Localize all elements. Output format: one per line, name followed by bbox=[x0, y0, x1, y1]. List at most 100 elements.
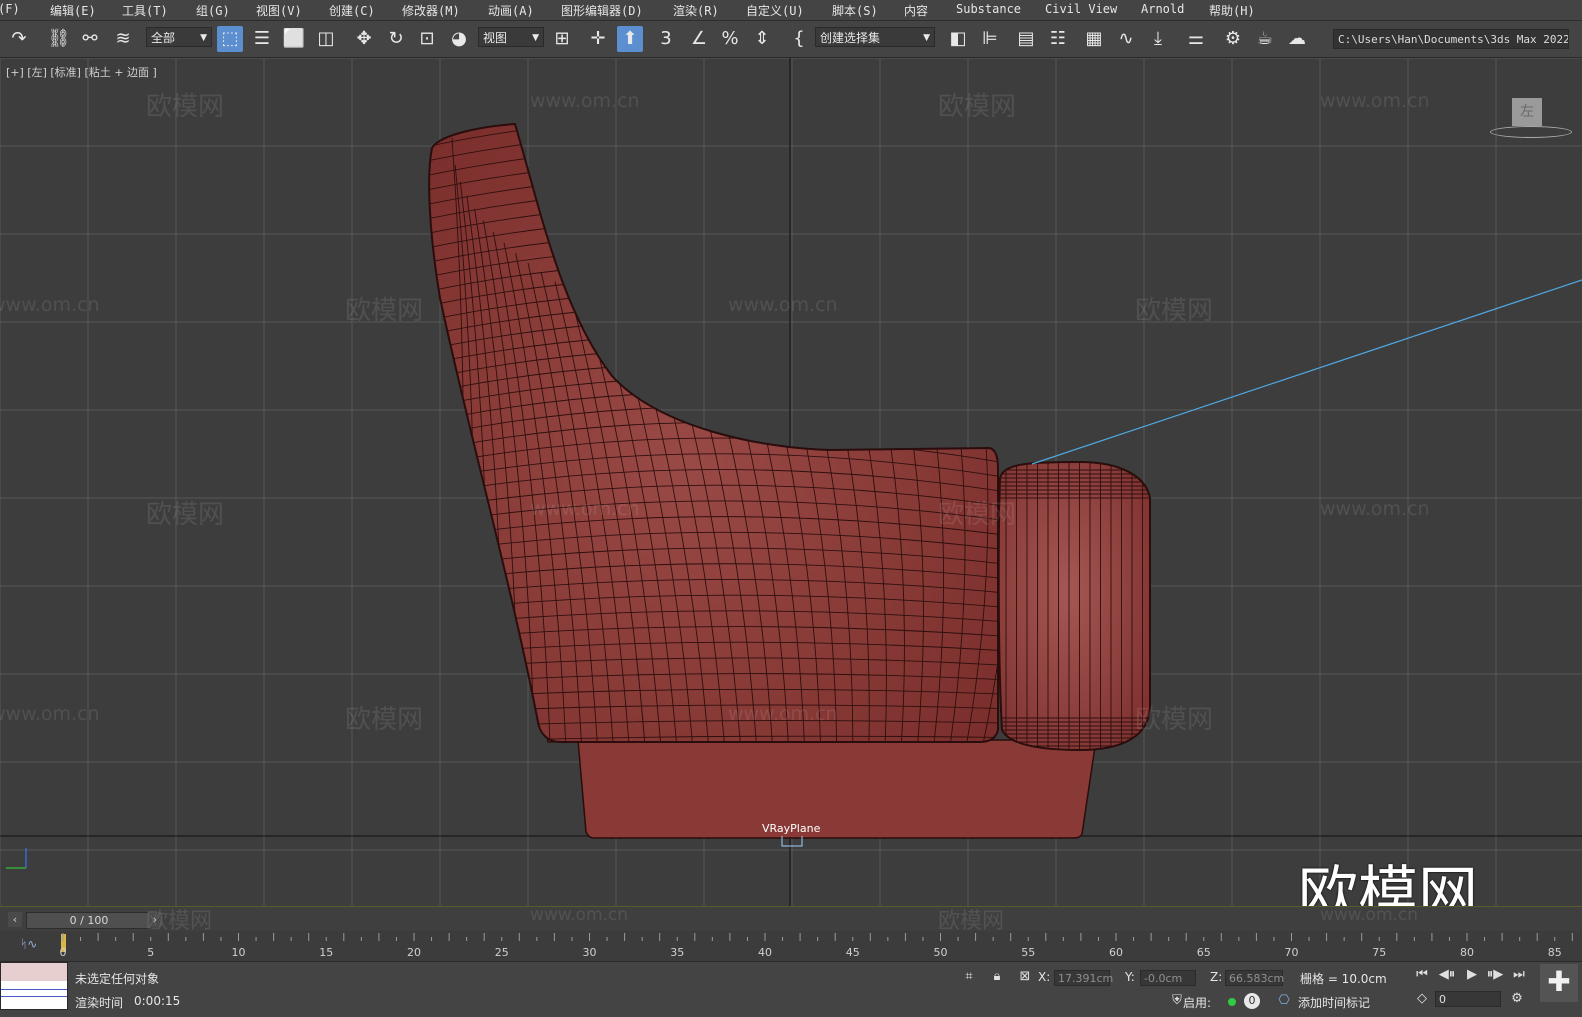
menu-graph-editors[interactable]: 图形编辑器(D) bbox=[561, 2, 643, 19]
rotate-icon[interactable]: ↻ bbox=[383, 26, 409, 52]
menu-animation[interactable]: 动画(A) bbox=[488, 2, 534, 19]
menu-substance[interactable]: Substance bbox=[956, 2, 1021, 16]
watermark: 欧模网 bbox=[938, 92, 1017, 122]
menu-tools[interactable]: 工具(T) bbox=[122, 2, 168, 19]
menu-modifiers[interactable]: 修改器(M) bbox=[402, 2, 460, 19]
rect-region-icon[interactable]: ⬜ bbox=[281, 26, 307, 52]
bind-space-warp-icon[interactable]: ≋ bbox=[110, 26, 136, 52]
link-icon[interactable]: ⛓ bbox=[46, 26, 72, 52]
track-bar[interactable]: ᛋ∿ 0 5 10 15 20 25 30 35 40 45 50 55 60 65 70 75 80 85 bbox=[0, 931, 1582, 962]
add-time-tag[interactable]: 添加时间标记 bbox=[1298, 994, 1370, 1011]
track-ruler[interactable]: 0 5 10 15 20 25 30 35 40 45 50 55 60 65 70 75 80 85 bbox=[0, 931, 1582, 961]
select-place-icon[interactable]: ◕ bbox=[446, 26, 472, 52]
prev-frame-arrow-icon[interactable]: ‹ bbox=[8, 912, 22, 927]
sofa-base[interactable] bbox=[577, 739, 1097, 839]
isolate-icon[interactable]: ⌗ bbox=[960, 968, 978, 986]
track-tick-label: 65 bbox=[1197, 946, 1211, 959]
menu-view[interactable]: 视图(V) bbox=[256, 2, 302, 19]
track-tick-label: 10 bbox=[232, 946, 246, 959]
menu-civil-view[interactable]: Civil View bbox=[1045, 2, 1117, 16]
reference-coordinate-dropdown[interactable]: 视图 ▼ bbox=[478, 27, 544, 47]
maxscript-mini-listener[interactable] bbox=[0, 962, 68, 1010]
menu-arnold[interactable]: Arnold bbox=[1141, 2, 1184, 16]
snap-label: 3 bbox=[660, 28, 672, 49]
previous-frame-icon[interactable]: ◀⏸ bbox=[1438, 966, 1456, 984]
manipulate-icon[interactable]: ✛ bbox=[585, 26, 611, 52]
window-crossing-icon[interactable]: ◫ bbox=[313, 26, 339, 52]
shield-icon[interactable]: ⛨ bbox=[1168, 992, 1186, 1010]
track-tick-label: 55 bbox=[1021, 946, 1035, 959]
menu-customize[interactable]: 自定义(U) bbox=[746, 2, 804, 19]
selection-filter-dropdown[interactable]: 全部 ▼ bbox=[146, 27, 212, 47]
menu-group[interactable]: 组(G) bbox=[196, 2, 230, 19]
watermark: www.om.cn bbox=[0, 294, 100, 316]
viewport-left[interactable]: [+] [左] [标准] [粘土 + 边面 ] 左 欧模网 www.om.cn … bbox=[0, 58, 1582, 906]
menu-edit[interactable]: 编辑(E) bbox=[50, 2, 96, 19]
y-coordinate-field[interactable]: -0.0cm bbox=[1140, 970, 1196, 986]
current-frame-field[interactable]: 0 bbox=[1435, 991, 1501, 1007]
render-icon[interactable]: ☕ bbox=[1252, 26, 1278, 52]
material-editor-icon[interactable]: ⤓ bbox=[1145, 26, 1171, 52]
unlink-icon[interactable]: ⚯ bbox=[77, 26, 103, 52]
project-path-field[interactable]: C:\Users\Han\Documents\3ds Max 2022 bbox=[1333, 29, 1569, 49]
viewcube-compass[interactable] bbox=[1490, 126, 1572, 138]
absolute-mode-icon[interactable]: ⊠ bbox=[1016, 968, 1034, 986]
render-setup-icon[interactable]: ⚌ bbox=[1183, 26, 1209, 52]
menu-create[interactable]: 创建(C) bbox=[329, 2, 375, 19]
chevron-down-icon: ▼ bbox=[200, 33, 207, 43]
camera-target-line[interactable] bbox=[1031, 279, 1582, 465]
enable-label: 启用: bbox=[1183, 996, 1212, 1010]
menu-rendering[interactable]: 渲染(R) bbox=[673, 2, 719, 19]
lock-icon[interactable]: 🔒︎ bbox=[988, 968, 1006, 986]
align-icon[interactable]: ⊫ bbox=[977, 26, 1003, 52]
time-config-icon[interactable]: ⚙ bbox=[1508, 990, 1526, 1008]
redo-icon[interactable]: ↷ bbox=[6, 26, 32, 52]
enable-counter[interactable]: 0 bbox=[1244, 993, 1260, 1009]
time-slider[interactable]: 0 / 100 bbox=[26, 912, 152, 929]
next-frame-icon[interactable]: ⏸▶ bbox=[1486, 966, 1504, 984]
track-tick-label: 0 bbox=[60, 946, 67, 959]
viewcube[interactable]: 左 bbox=[1512, 98, 1542, 126]
watermark: www.om.cn bbox=[530, 905, 629, 925]
move-icon[interactable]: ✥ bbox=[351, 26, 377, 52]
viewcube-face: 左 bbox=[1520, 104, 1534, 120]
select-by-name-icon[interactable]: ☰ bbox=[249, 26, 275, 52]
sofa-seat-back[interactable] bbox=[428, 122, 999, 743]
play-icon[interactable]: ▶ bbox=[1463, 966, 1481, 984]
mirror-icon[interactable]: ◧ bbox=[945, 26, 971, 52]
toggle-ribbon-icon[interactable]: ☷ bbox=[1045, 26, 1071, 52]
menu-file[interactable]: (F) bbox=[0, 2, 20, 16]
track-tick-label: 25 bbox=[495, 946, 509, 959]
edit-named-sel-icon[interactable]: { bbox=[786, 26, 812, 52]
x-coordinate-field[interactable]: 17.391cm bbox=[1054, 970, 1113, 986]
time-tag-icon[interactable]: ⎔ bbox=[1275, 992, 1293, 1010]
schematic-icon[interactable]: ∿ bbox=[1113, 26, 1139, 52]
viewport-label[interactable]: [+] [左] [标准] [粘土 + 边面 ] bbox=[6, 64, 157, 80]
pivot-icon[interactable]: ⊞ bbox=[549, 26, 575, 52]
go-to-end-icon[interactable]: ⏭ bbox=[1510, 966, 1528, 984]
layer-explorer-icon[interactable]: ▤ bbox=[1013, 26, 1039, 52]
key-mode-icon[interactable]: ◇ bbox=[1413, 990, 1431, 1008]
select-object-icon[interactable]: ⬚ bbox=[217, 26, 243, 52]
spinner-snap-icon[interactable]: ⇕ bbox=[749, 26, 775, 52]
percent-snap-icon[interactable]: % bbox=[717, 26, 743, 52]
maximize-viewport-icon[interactable]: ✚ bbox=[1540, 964, 1578, 1002]
menu-help[interactable]: 帮助(H) bbox=[1209, 2, 1255, 19]
menu-scripting[interactable]: 脚本(S) bbox=[832, 2, 878, 19]
snap-icon[interactable]: 3 bbox=[653, 26, 679, 52]
keyboard-shortcut-icon[interactable]: ⬆ bbox=[617, 26, 643, 52]
z-coordinate-field[interactable]: 66.583cm bbox=[1225, 970, 1284, 986]
scale-icon[interactable]: ⊡ bbox=[414, 26, 440, 52]
render-time-value: 0:00:15 bbox=[134, 994, 181, 1008]
go-to-start-icon[interactable]: ⏮ bbox=[1413, 966, 1431, 984]
render-frame-icon[interactable]: ⚙ bbox=[1220, 26, 1246, 52]
named-selection-dropdown[interactable]: 创建选择集 ▼ bbox=[815, 27, 935, 47]
sofa-armrest[interactable] bbox=[997, 460, 1151, 752]
angle-snap-icon[interactable]: ∠ bbox=[686, 26, 712, 52]
chevron-down-icon: ▼ bbox=[532, 33, 539, 43]
curve-editor-icon[interactable]: ▦ bbox=[1081, 26, 1107, 52]
render-cloud-icon[interactable]: ☁ bbox=[1284, 26, 1310, 52]
track-tick-label: 40 bbox=[758, 946, 772, 959]
menu-content[interactable]: 内容 bbox=[904, 2, 928, 19]
viewport-canvas[interactable] bbox=[0, 58, 1582, 906]
